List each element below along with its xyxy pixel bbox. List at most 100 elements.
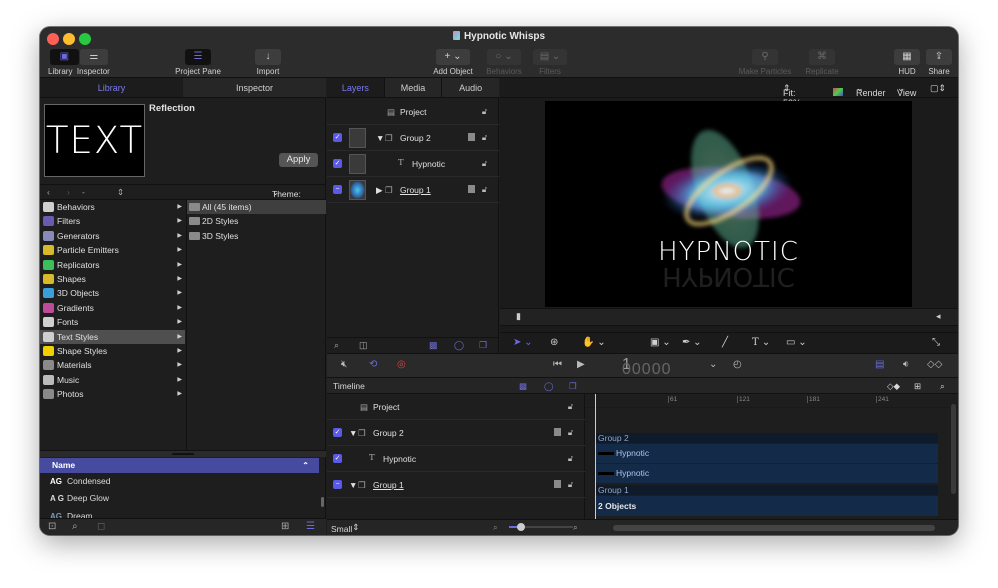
text-tool-icon[interactable]: T ⌄: [752, 337, 770, 348]
zoom-out-icon[interactable]: ⌕: [493, 522, 498, 533]
playback-speed-icon[interactable]: ◴: [733, 359, 742, 370]
tab-inspector[interactable]: Inspector: [183, 78, 326, 97]
disclosure-expanded-icon[interactable]: ▼: [376, 133, 384, 143]
project-pane-icon[interactable]: ☰: [185, 49, 211, 65]
isolate-icon[interactable]: [468, 133, 475, 141]
track-size-select[interactable]: Small ⇕: [331, 522, 359, 534]
timecode-menu-icon[interactable]: ⌄: [709, 359, 717, 370]
record-icon[interactable]: ◎: [397, 359, 406, 370]
timeline-ruler[interactable]: 61 121 181 241: [586, 394, 958, 408]
style-list-scrollbar[interactable]: [320, 473, 326, 518]
list-view-icon[interactable]: ☰: [306, 521, 315, 532]
render-menu[interactable]: Render ⌄: [856, 83, 886, 98]
timeline-tracks[interactable]: 61 121 181 241 Group 2 Hypnotic Hypnotic…: [586, 394, 958, 519]
audio-timeline-icon[interactable]: 🔉︎: [903, 359, 909, 370]
layer-row-group-2[interactable]: ✓ ▼ ❐ Group 2 🔓︎: [327, 125, 499, 151]
layers-stack-icon[interactable]: ❐: [569, 381, 577, 392]
playhead-marker-icon[interactable]: ▮: [516, 311, 521, 322]
make-particles-icon[interactable]: ⚲: [752, 49, 778, 65]
view-layout-select[interactable]: ▢⇕: [930, 83, 946, 94]
disclosure-expanded-icon[interactable]: ▼: [349, 428, 357, 438]
category-filters[interactable]: Filters ▶: [40, 214, 185, 228]
category-photos[interactable]: Photos ▶: [40, 387, 185, 401]
behaviors-icon[interactable]: ○ ⌄: [487, 49, 521, 65]
track-2-objects[interactable]: 2 Objects: [596, 496, 938, 516]
layer-enable-checkbox[interactable]: ✓: [333, 133, 342, 142]
forward-icon[interactable]: ›: [67, 187, 70, 197]
path-menu[interactable]: -: [82, 187, 85, 197]
grid-view-icon[interactable]: ⊞: [281, 521, 289, 532]
category-shapes[interactable]: Shapes ▶: [40, 272, 185, 286]
timeline-row-hypnotic[interactable]: ✓ T Hypnotic 🔓︎: [327, 446, 585, 472]
search-icon[interactable]: ⌕: [72, 521, 78, 532]
channels-select[interactable]: ⌄: [833, 83, 843, 96]
audio-mute-icon[interactable]: 🔇︎: [341, 359, 347, 370]
zoom-select[interactable]: Fit: 53% ⇕: [783, 83, 801, 108]
back-icon[interactable]: ‹: [47, 187, 50, 197]
subfolder-item[interactable]: 3D Styles: [187, 229, 326, 243]
play-icon[interactable]: ▶: [577, 359, 585, 370]
lock-icon[interactable]: 🔓︎: [482, 159, 487, 169]
isolate-icon[interactable]: [554, 428, 561, 436]
layer-row-project[interactable]: ▤ Project 🔓︎: [327, 99, 499, 125]
share-icon[interactable]: ⇪: [926, 49, 952, 65]
add-object-tool[interactable]: + ⌄ Add Object: [431, 46, 475, 76]
mini-timeline[interactable]: ▮ ◂: [500, 308, 958, 326]
track-hypnotic-2[interactable]: Hypnotic: [596, 464, 938, 483]
loop-icon[interactable]: ⟲: [369, 359, 377, 370]
layer-row-group-1[interactable]: − ▶ ❐ Group 1 🔓︎: [327, 177, 499, 203]
canvas-viewer[interactable]: HYPNOTIC HYPNOTIC: [545, 101, 912, 307]
replicate-icon[interactable]: ⌘: [809, 49, 835, 65]
zoom-to-fit-icon[interactable]: ⌕: [940, 381, 945, 392]
category-gradients[interactable]: Gradients ▶: [40, 301, 185, 315]
category-replicators[interactable]: Replicators ▶: [40, 258, 185, 272]
category-music[interactable]: Music ▶: [40, 373, 185, 387]
zoom-slider-knob[interactable]: [516, 523, 525, 531]
layer-thumbnail-toggle-icon[interactable]: ◫: [359, 340, 368, 351]
behaviors-tool[interactable]: ○ ⌄ Behaviors: [486, 46, 522, 76]
subfolder-item[interactable]: 2D Styles: [187, 214, 326, 228]
timeline-row-group-1[interactable]: − ▼ ❐ Group 1 🔓︎: [327, 472, 585, 498]
bezier-tool-icon[interactable]: ✒ ⌄: [682, 337, 702, 348]
layer-enable-checkbox-mixed[interactable]: −: [333, 185, 342, 194]
category-3d-objects[interactable]: 3D Objects ▶: [40, 286, 185, 300]
preview-toggle-icon[interactable]: ◻: [97, 521, 105, 532]
disclosure-expanded-icon[interactable]: ▼: [349, 480, 357, 490]
layers-stack-icon[interactable]: ❐: [479, 340, 487, 351]
style-item[interactable]: AG Condensed: [40, 473, 319, 490]
layer-row-hypnotic[interactable]: ✓ T Hypnotic 🔓︎: [327, 151, 499, 177]
style-item[interactable]: AG Dream: [40, 508, 319, 518]
tab-audio[interactable]: Audio: [441, 78, 500, 97]
tab-library[interactable]: Library: [40, 78, 183, 97]
apply-button[interactable]: Apply: [279, 153, 318, 167]
isolate-icon[interactable]: [468, 185, 475, 193]
fullscreen-icon[interactable]: ⤡: [932, 337, 940, 348]
name-column-header[interactable]: Name ⌃: [40, 458, 319, 473]
timeline-row-group-2[interactable]: ✓ ▼ ❐ Group 2 🔓︎: [327, 420, 585, 446]
layer-enable-checkbox[interactable]: ✓: [333, 159, 342, 168]
split-icon[interactable]: ⊞: [914, 381, 921, 392]
import-icon[interactable]: ↓: [255, 49, 281, 65]
timeline-zoom-slider[interactable]: [509, 523, 573, 531]
project-pane-tool[interactable]: ☰ Project Pane: [174, 46, 222, 76]
track-hypnotic-1[interactable]: Hypnotic: [596, 444, 938, 463]
lock-icon[interactable]: 🔓︎: [568, 402, 573, 412]
style-item[interactable]: A G Deep Glow: [40, 490, 319, 507]
zoom-in-icon[interactable]: ⌕: [573, 522, 578, 533]
track-group-2[interactable]: Group 2: [596, 433, 938, 443]
filters-tool[interactable]: ▤ ⌄ Filters: [532, 46, 568, 76]
mask-icon[interactable]: ◯: [544, 381, 554, 392]
search-icon[interactable]: ⌕: [334, 340, 339, 351]
share-tool[interactable]: ⇪ Share: [926, 46, 952, 76]
checkerboard-icon[interactable]: ▩: [429, 340, 438, 351]
new-folder-icon[interactable]: ⊡: [48, 521, 56, 532]
select-tool-icon[interactable]: ➤ ⌄: [513, 337, 533, 348]
out-point-marker-icon[interactable]: ◂: [936, 311, 941, 322]
timeline-row-project[interactable]: ▤ Project 🔓︎: [327, 394, 585, 420]
category-behaviors[interactable]: Behaviors ▶: [40, 200, 185, 214]
lock-icon[interactable]: 🔓︎: [482, 107, 487, 117]
track-group-1[interactable]: Group 1: [596, 485, 938, 495]
add-object-icon[interactable]: + ⌄: [436, 49, 470, 65]
timeline-vertical-scrollbar[interactable]: [951, 404, 956, 494]
go-to-start-icon[interactable]: ⏮︎: [553, 359, 562, 370]
